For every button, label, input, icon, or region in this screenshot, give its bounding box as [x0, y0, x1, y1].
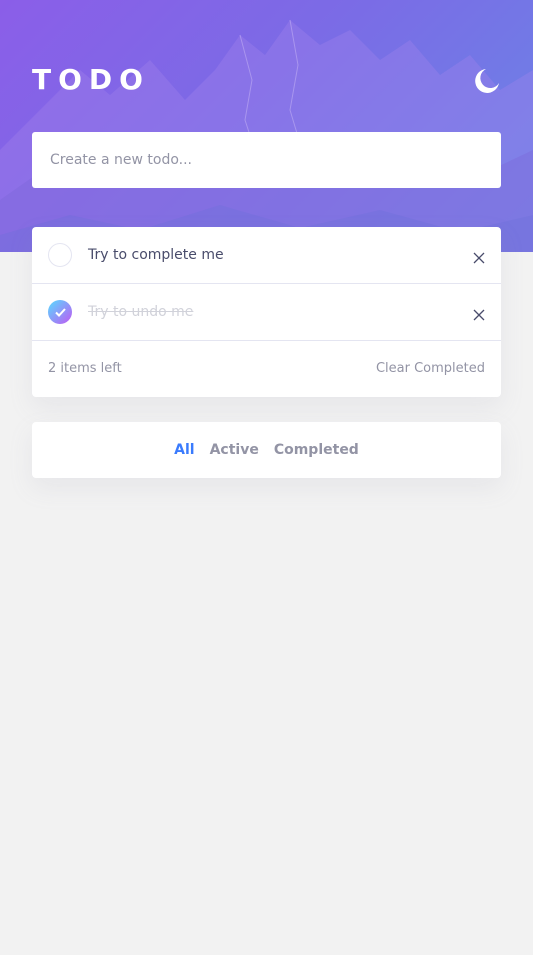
list-footer: 2 items left Clear Completed	[32, 341, 501, 397]
new-todo-field[interactable]	[32, 132, 501, 188]
todo-text-completed: Try to undo me	[88, 304, 194, 320]
delete-todo-button[interactable]	[473, 249, 485, 264]
filter-completed[interactable]: Completed	[274, 442, 359, 458]
app-title: TODO	[32, 63, 150, 96]
todo-item[interactable]: Try to undo me	[32, 284, 501, 341]
todo-item[interactable]: Try to complete me	[32, 227, 501, 284]
check-icon	[54, 307, 66, 317]
close-icon	[473, 309, 485, 321]
todo-checkbox-checked[interactable]	[48, 300, 72, 324]
todo-list: Try to complete me Try to undo me 2 item…	[32, 227, 501, 397]
todo-checkbox[interactable]	[48, 243, 72, 267]
mountain-background-image	[0, 19, 533, 252]
header-background	[0, 0, 533, 252]
moon-icon	[475, 69, 499, 93]
clear-completed-button[interactable]: Clear Completed	[376, 341, 485, 397]
filter-bar: All Active Completed	[32, 422, 501, 478]
delete-todo-button[interactable]	[473, 306, 485, 321]
todo-text: Try to complete me	[88, 247, 224, 263]
filter-active[interactable]: Active	[210, 442, 259, 458]
close-icon	[473, 252, 485, 264]
new-todo-input[interactable]	[48, 151, 485, 169]
theme-toggle-button[interactable]	[472, 66, 502, 96]
filter-all[interactable]: All	[174, 442, 194, 458]
items-left-count: 2 items left	[48, 361, 122, 376]
